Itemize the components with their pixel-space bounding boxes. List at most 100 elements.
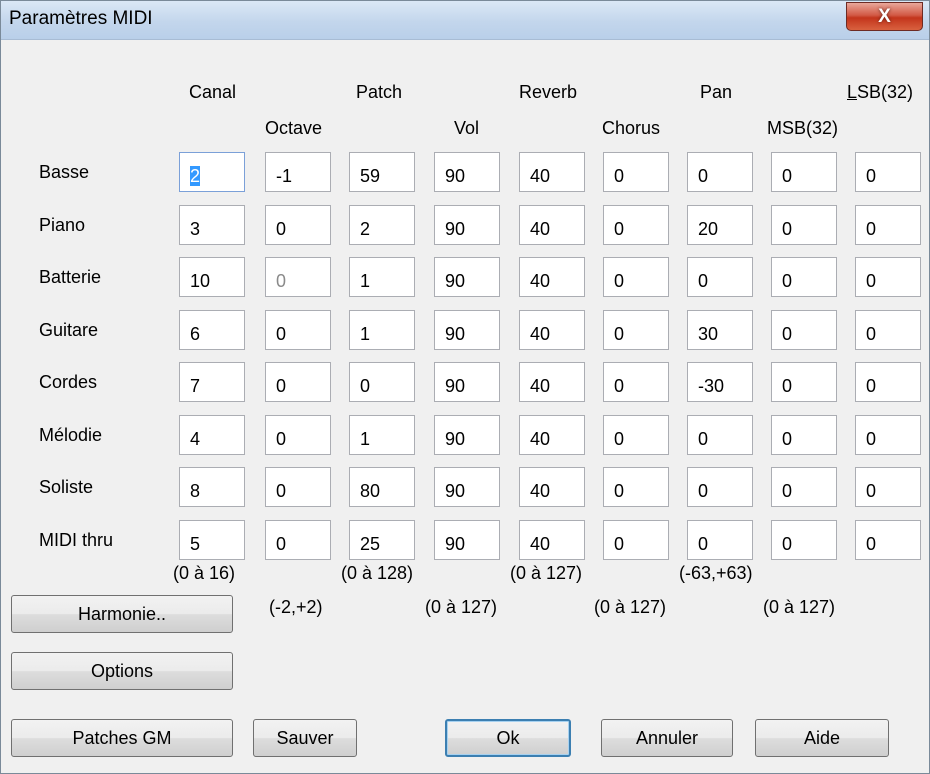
- header-lsb: LSB(32): [847, 82, 914, 102]
- ok-button[interactable]: Ok: [445, 719, 571, 757]
- range-chorus: (0 à 127): [594, 597, 667, 617]
- header-chorus: Chorus: [602, 118, 661, 138]
- msb-field[interactable]: 0: [771, 467, 837, 507]
- vol-field[interactable]: 90: [434, 310, 500, 350]
- pan-field[interactable]: 30: [687, 310, 753, 350]
- reverb-field[interactable]: 40: [519, 310, 585, 350]
- field-value: 1: [360, 324, 371, 344]
- field-value: 0: [276, 429, 287, 449]
- chorus-field[interactable]: 0: [603, 520, 669, 560]
- octave-field[interactable]: 0: [265, 467, 331, 507]
- field-value: 10: [190, 271, 211, 291]
- aide-button[interactable]: Aide: [755, 719, 889, 757]
- pan-field[interactable]: 20: [687, 205, 753, 245]
- chorus-field[interactable]: 0: [603, 310, 669, 350]
- reverb-field[interactable]: 40: [519, 205, 585, 245]
- canal-field[interactable]: 10: [179, 257, 245, 297]
- lsb-field[interactable]: 0: [855, 205, 921, 245]
- canal-field[interactable]: 4: [179, 415, 245, 455]
- canal-field[interactable]: 6: [179, 310, 245, 350]
- patch-field[interactable]: 80: [349, 467, 415, 507]
- chorus-field[interactable]: 0: [603, 415, 669, 455]
- patch-field[interactable]: 0: [349, 362, 415, 402]
- field-value: 0: [614, 324, 625, 344]
- field-value: 2: [360, 219, 371, 239]
- octave-field[interactable]: -1: [265, 152, 331, 192]
- chorus-field[interactable]: 0: [603, 257, 669, 297]
- field-value: 0: [866, 376, 877, 396]
- pan-field[interactable]: 0: [687, 520, 753, 560]
- chorus-field[interactable]: 0: [603, 205, 669, 245]
- chorus-field[interactable]: 0: [603, 362, 669, 402]
- octave-field[interactable]: 0: [265, 205, 331, 245]
- aide-button-label: Aide: [803, 727, 841, 748]
- lsb-field[interactable]: 0: [855, 520, 921, 560]
- msb-field[interactable]: 0: [771, 257, 837, 297]
- annuler-button[interactable]: Annuler: [601, 719, 733, 757]
- vol-field[interactable]: 90: [434, 467, 500, 507]
- patches-gm-button[interactable]: Patches GM: [11, 719, 233, 757]
- reverb-field[interactable]: 40: [519, 362, 585, 402]
- msb-field[interactable]: 0: [771, 362, 837, 402]
- chorus-field[interactable]: 0: [603, 467, 669, 507]
- row-label: Basse: [39, 162, 90, 182]
- harmonie-button[interactable]: Harmonie..: [11, 595, 233, 633]
- field-value: 6: [190, 324, 201, 344]
- vol-field[interactable]: 90: [434, 257, 500, 297]
- close-button[interactable]: X: [846, 2, 923, 31]
- canal-field[interactable]: 2: [179, 152, 245, 192]
- pan-field[interactable]: -30: [687, 362, 753, 402]
- vol-field[interactable]: 90: [434, 362, 500, 402]
- field-value: 80: [360, 481, 381, 501]
- field-value: 0: [698, 481, 709, 501]
- reverb-field[interactable]: 40: [519, 415, 585, 455]
- canal-field[interactable]: 3: [179, 205, 245, 245]
- reverb-field[interactable]: 40: [519, 257, 585, 297]
- field-value: 90: [445, 376, 466, 396]
- canal-field[interactable]: 5: [179, 520, 245, 560]
- msb-field[interactable]: 0: [771, 415, 837, 455]
- reverb-field[interactable]: 40: [519, 520, 585, 560]
- octave-field[interactable]: 0: [265, 362, 331, 402]
- pan-field[interactable]: 0: [687, 257, 753, 297]
- vol-field[interactable]: 90: [434, 152, 500, 192]
- chorus-field[interactable]: 0: [603, 152, 669, 192]
- pan-field[interactable]: 0: [687, 467, 753, 507]
- field-value: 1: [360, 429, 371, 449]
- lsb-field[interactable]: 0: [855, 310, 921, 350]
- vol-field[interactable]: 90: [434, 520, 500, 560]
- reverb-field[interactable]: 40: [519, 467, 585, 507]
- msb-field[interactable]: 0: [771, 520, 837, 560]
- lsb-field[interactable]: 0: [855, 467, 921, 507]
- octave-field[interactable]: 0: [265, 520, 331, 560]
- field-value: 2: [190, 166, 201, 186]
- patch-field[interactable]: 2: [349, 205, 415, 245]
- octave-field[interactable]: 0: [265, 310, 331, 350]
- patch-field[interactable]: 1: [349, 257, 415, 297]
- field-value: 0: [698, 166, 709, 186]
- vol-field[interactable]: 90: [434, 415, 500, 455]
- patch-field[interactable]: 59: [349, 152, 415, 192]
- lsb-field[interactable]: 0: [855, 362, 921, 402]
- patch-field[interactable]: 25: [349, 520, 415, 560]
- sauver-button[interactable]: Sauver: [253, 719, 357, 757]
- msb-field[interactable]: 0: [771, 310, 837, 350]
- row-label: Guitare: [39, 320, 99, 340]
- lsb-field[interactable]: 0: [855, 415, 921, 455]
- field-value: 7: [190, 376, 201, 396]
- lsb-field[interactable]: 0: [855, 257, 921, 297]
- patch-field[interactable]: 1: [349, 415, 415, 455]
- lsb-field[interactable]: 0: [855, 152, 921, 192]
- field-value: 0: [782, 219, 793, 239]
- options-button[interactable]: Options: [11, 652, 233, 690]
- reverb-field[interactable]: 40: [519, 152, 585, 192]
- pan-field[interactable]: 0: [687, 415, 753, 455]
- msb-field[interactable]: 0: [771, 152, 837, 192]
- canal-field[interactable]: 8: [179, 467, 245, 507]
- canal-field[interactable]: 7: [179, 362, 245, 402]
- pan-field[interactable]: 0: [687, 152, 753, 192]
- octave-field[interactable]: 0: [265, 415, 331, 455]
- msb-field[interactable]: 0: [771, 205, 837, 245]
- patch-field[interactable]: 1: [349, 310, 415, 350]
- vol-field[interactable]: 90: [434, 205, 500, 245]
